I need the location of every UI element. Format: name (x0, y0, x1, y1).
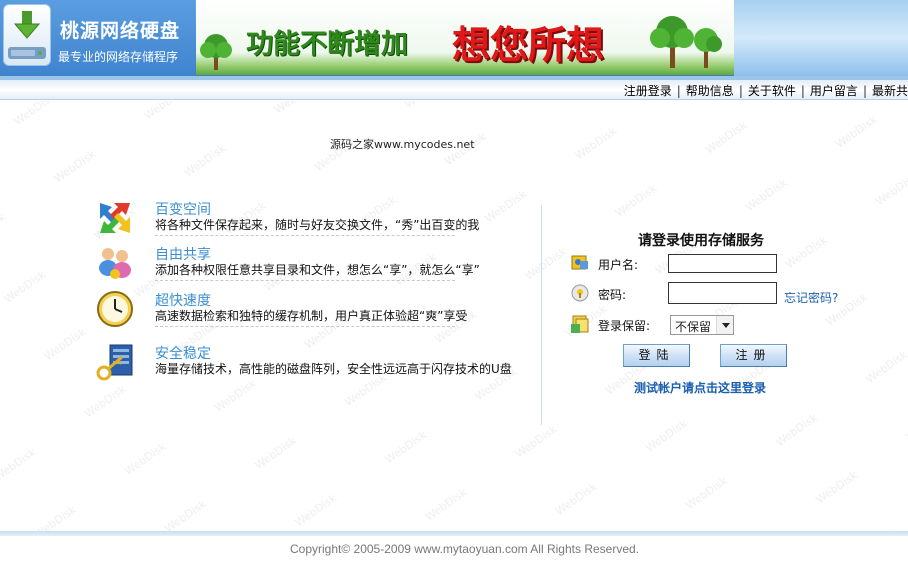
feature-item: 自由共享 添加各种权限任意共享目录和文件，想怎么“享”，就怎么“享” (94, 244, 534, 290)
banner-ad[interactable]: 功能不断增加 想您所想 (196, 0, 734, 75)
password-input[interactable] (668, 282, 777, 304)
notes-icon (571, 315, 589, 333)
nav-links: 注册登录 | 帮助信息 | 关于软件 | 用户留言 | 最新共 (624, 82, 908, 99)
feature-divider (155, 326, 455, 327)
username-label: 用户名: (598, 258, 639, 272)
nav-link-guestbook[interactable]: 用户留言 (810, 84, 858, 98)
arrows-icon (100, 203, 130, 233)
feature-item: 安全稳定 海量存储技术，高性能的磁盘阵列，安全性远远高于闪存技术的U盘 (94, 343, 534, 389)
key-icon (96, 344, 133, 381)
user-card-icon (571, 255, 588, 270)
banner-slogan-1: 功能不断增加 (246, 29, 408, 60)
site-note: 源码之家www.mycodes.net (330, 138, 475, 151)
nav-link-latest-shared[interactable]: 最新共 (872, 84, 908, 98)
login-button[interactable]: 登陆 (623, 344, 690, 367)
keep-login-value: 不保留 (675, 320, 712, 334)
nav-separator: | (862, 84, 867, 98)
feature-divider (155, 235, 455, 236)
feature-divider (155, 280, 455, 281)
username-input[interactable] (668, 254, 777, 273)
feature-description: 添加各种权限任意共享目录和文件，想怎么“享”，就怎么“享” (155, 263, 480, 277)
nav-separator: | (676, 84, 681, 98)
banner-slogan-2: 想您所想 (452, 23, 605, 67)
users-icon (99, 248, 131, 279)
test-account-link[interactable]: 测试帐户请点击这里登录 (634, 379, 766, 396)
feature-item: 百变空间 将各种文件保存起来，随时与好友交换文件，“秀”出百变的我 (94, 199, 534, 245)
nav-link-about[interactable]: 关于软件 (748, 84, 796, 98)
clock-icon (97, 291, 133, 327)
trees-icon (650, 16, 722, 68)
tree-icon (200, 34, 232, 70)
login-title: 请登录使用存储服务 (638, 233, 764, 249)
header-decoration (734, 0, 908, 76)
feature-description: 将各种文件保存起来，随时与好友交换文件，“秀”出百变的我 (155, 218, 480, 232)
chevron-down-icon[interactable] (716, 316, 733, 334)
nav-link-register-login[interactable]: 注册登录 (624, 84, 672, 98)
header: 桃源网络硬盘 最专业的网络存储程序 功能不断增加 想您所想 (0, 0, 908, 76)
nav-separator: | (738, 84, 743, 98)
vertical-divider (541, 205, 542, 425)
lock-icon (571, 284, 589, 302)
top-nav-bar: 注册登录 | 帮助信息 | 关于软件 | 用户留言 | 最新共 (0, 76, 908, 100)
password-label: 密码: (598, 288, 627, 302)
logo-title: 桃源网络硬盘 (60, 20, 181, 42)
download-disk-icon (3, 4, 51, 66)
feature-description: 高速数据检索和独特的缓存机制，用户真正体验超“爽”享受 (155, 309, 468, 323)
logo-subtitle: 最专业的网络存储程序 (58, 50, 179, 64)
keep-login-select[interactable]: 不保留 (670, 315, 734, 335)
nav-link-help[interactable]: 帮助信息 (686, 84, 734, 98)
nav-separator: | (800, 84, 805, 98)
feature-description: 海量存储技术，高性能的磁盘阵列，安全性远远高于闪存技术的U盘 (155, 362, 512, 376)
keep-login-label: 登录保留: (598, 319, 651, 333)
forgot-password-link[interactable]: 忘记密码? (784, 289, 838, 306)
copyright-text: Copyright© 2005-2009 www.mytaoyuan.com A… (290, 542, 640, 556)
logo-area[interactable]: 桃源网络硬盘 最专业的网络存储程序 (0, 0, 195, 76)
footer: Copyright© 2005-2009 www.mytaoyuan.com A… (0, 536, 908, 566)
feature-item: 超快速度 高速数据检索和独特的缓存机制，用户真正体验超“爽”享受 (94, 290, 534, 336)
register-button[interactable]: 注册 (720, 344, 787, 367)
